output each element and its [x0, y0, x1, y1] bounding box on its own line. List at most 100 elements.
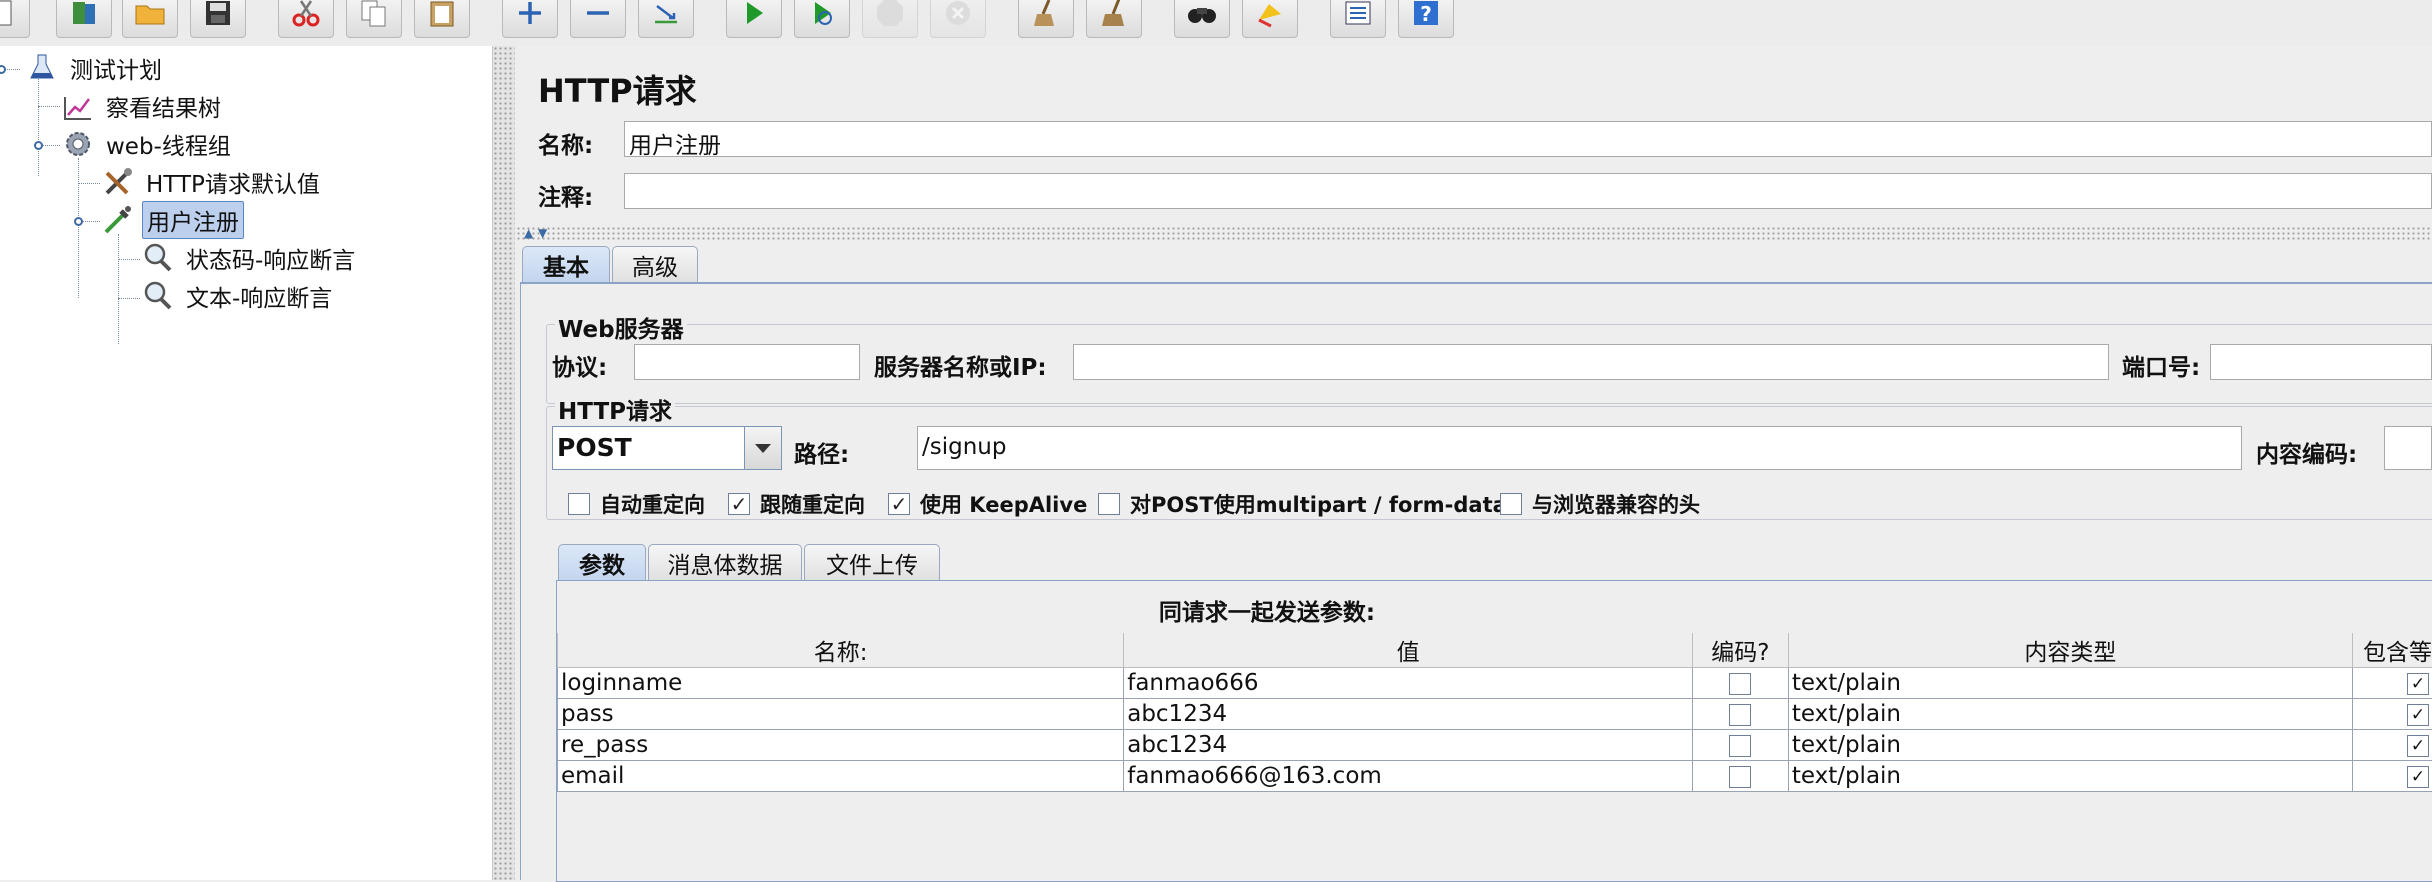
start-button[interactable]: [726, 0, 782, 38]
param-name-cell[interactable]: re_pass: [558, 730, 1124, 761]
reset-search-button[interactable]: [1242, 0, 1298, 38]
chevron-down-icon[interactable]: [744, 427, 781, 469]
tree-node-thread-group[interactable]: web-线程组: [60, 128, 235, 160]
protocol-field[interactable]: [634, 344, 860, 380]
param-encode-cell[interactable]: [1692, 699, 1788, 730]
toggle-button[interactable]: [638, 0, 694, 38]
tree-node-text-assertion[interactable]: 文本-响应断言: [140, 280, 336, 312]
tree-expander-http-request[interactable]: [74, 217, 83, 226]
port-label: 端口号:: [2122, 348, 2200, 382]
table-row[interactable]: loginname fanmao666 text/plain: [558, 668, 2432, 699]
param-include-equals-cell[interactable]: [2352, 668, 2432, 699]
browser-compatible-headers-checkbox[interactable]: 与浏览器兼容的头: [1500, 489, 1700, 519]
checkbox-box[interactable]: ✓: [728, 493, 750, 515]
clear-all-button[interactable]: [1086, 0, 1142, 38]
column-header-encode[interactable]: 编码?: [1692, 633, 1788, 668]
copy-button[interactable]: [346, 0, 402, 38]
tab-parameters[interactable]: 参数: [558, 544, 646, 580]
param-value-cell[interactable]: fanmao666: [1124, 668, 1693, 699]
collapse-button[interactable]: [570, 0, 626, 38]
function-helper-button[interactable]: [1330, 0, 1386, 38]
param-include-equals-cell[interactable]: [2352, 730, 2432, 761]
encode-checkbox[interactable]: [1729, 704, 1751, 726]
tab-advanced[interactable]: 高级: [612, 246, 698, 282]
encode-checkbox[interactable]: [1729, 735, 1751, 757]
checkbox-box[interactable]: ✓: [888, 493, 910, 515]
param-name-cell[interactable]: email: [558, 761, 1124, 792]
follow-redirects-checkbox[interactable]: ✓ 跟随重定向: [728, 489, 865, 519]
multipart-checkbox[interactable]: 对POST使用multipart / form-data: [1098, 489, 1507, 519]
param-name-cell[interactable]: loginname: [558, 668, 1124, 699]
tab-body-data[interactable]: 消息体数据: [648, 544, 802, 580]
param-encode-cell[interactable]: [1692, 730, 1788, 761]
param-content-type-cell[interactable]: text/plain: [1788, 668, 2352, 699]
cut-button[interactable]: [278, 0, 334, 38]
param-content-type-cell[interactable]: text/plain: [1788, 699, 2352, 730]
comment-field[interactable]: [624, 173, 2432, 209]
keepalive-checkbox[interactable]: ✓ 使用 KeepAlive: [888, 489, 1087, 519]
table-row[interactable]: re_pass abc1234 text/plain: [558, 730, 2432, 761]
param-name-cell[interactable]: pass: [558, 699, 1124, 730]
templates-button[interactable]: [56, 0, 112, 38]
checkbox-box[interactable]: [568, 493, 590, 515]
encode-checkbox[interactable]: [1729, 766, 1751, 788]
svg-text:?: ?: [1420, 2, 1432, 26]
open-folder-icon: [133, 0, 167, 34]
tab-files-upload[interactable]: 文件上传: [804, 544, 940, 580]
param-content-type-cell[interactable]: text/plain: [1788, 761, 2352, 792]
save-button[interactable]: [190, 0, 246, 38]
content-encoding-field[interactable]: [2384, 426, 2432, 470]
path-field[interactable]: /signup: [917, 426, 2242, 470]
param-include-equals-cell[interactable]: [2352, 699, 2432, 730]
collapse-up-icon[interactable]: ▲: [524, 226, 533, 240]
tree-node-user-register[interactable]: 用户注册: [100, 204, 244, 236]
checkbox-label: 自动重定向: [600, 489, 705, 519]
param-encode-cell[interactable]: [1692, 761, 1788, 792]
checkbox-box[interactable]: [1098, 493, 1120, 515]
param-value-cell[interactable]: abc1234: [1124, 699, 1693, 730]
name-field[interactable]: 用户注册: [624, 121, 2432, 157]
tree-node-http-defaults[interactable]: HTTP请求默认值: [100, 166, 324, 198]
column-header-name[interactable]: 名称:: [558, 633, 1124, 668]
tab-basic[interactable]: 基本: [522, 246, 610, 282]
tree-node-test-plan[interactable]: 测试计划: [24, 52, 166, 84]
auto-redirect-checkbox[interactable]: 自动重定向: [568, 489, 705, 519]
checkbox-box[interactable]: [1500, 493, 1522, 515]
port-field[interactable]: [2210, 344, 2432, 380]
include-equals-checkbox[interactable]: [2407, 766, 2429, 788]
param-value-cell[interactable]: abc1234: [1124, 730, 1693, 761]
stop-button[interactable]: [862, 0, 918, 38]
paste-button[interactable]: [414, 0, 470, 38]
encode-checkbox[interactable]: [1729, 673, 1751, 695]
table-row[interactable]: email fanmao666@163.com text/plain: [558, 761, 2432, 792]
param-value-cell[interactable]: fanmao666@163.com: [1124, 761, 1693, 792]
param-encode-cell[interactable]: [1692, 668, 1788, 699]
open-button[interactable]: [122, 0, 178, 38]
toolbar: ?: [0, 0, 2432, 46]
search-button[interactable]: [1174, 0, 1230, 38]
column-header-include-equals[interactable]: 包含等: [2352, 633, 2432, 668]
include-equals-checkbox[interactable]: [2407, 704, 2429, 726]
tree-node-status-assertion[interactable]: 状态码-响应断言: [140, 242, 359, 274]
column-header-content-type[interactable]: 内容类型: [1788, 633, 2352, 668]
panel-splitter[interactable]: [493, 46, 515, 880]
expand-button[interactable]: [502, 0, 558, 38]
table-row[interactable]: pass abc1234 text/plain: [558, 699, 2432, 730]
column-header-value[interactable]: 值: [1124, 633, 1693, 668]
param-content-type-cell[interactable]: text/plain: [1788, 730, 2352, 761]
clear-button[interactable]: [1018, 0, 1074, 38]
new-button[interactable]: [0, 0, 30, 38]
shutdown-button[interactable]: [930, 0, 986, 38]
server-name-field[interactable]: [1073, 344, 2109, 380]
param-include-equals-cell[interactable]: [2352, 761, 2432, 792]
help-button[interactable]: ?: [1398, 0, 1454, 38]
tree-expander-thread-group[interactable]: [34, 141, 43, 150]
method-select[interactable]: POST: [552, 426, 782, 470]
collapse-down-icon[interactable]: ▼: [538, 226, 547, 240]
tree-node-results-tree[interactable]: 察看结果树: [60, 90, 225, 122]
split-divider[interactable]: ▲ ▼: [516, 226, 2432, 240]
include-equals-checkbox[interactable]: [2407, 735, 2429, 757]
tree-expander-test-plan[interactable]: [0, 65, 6, 74]
include-equals-checkbox[interactable]: [2407, 673, 2429, 695]
start-no-pause-button[interactable]: [794, 0, 850, 38]
